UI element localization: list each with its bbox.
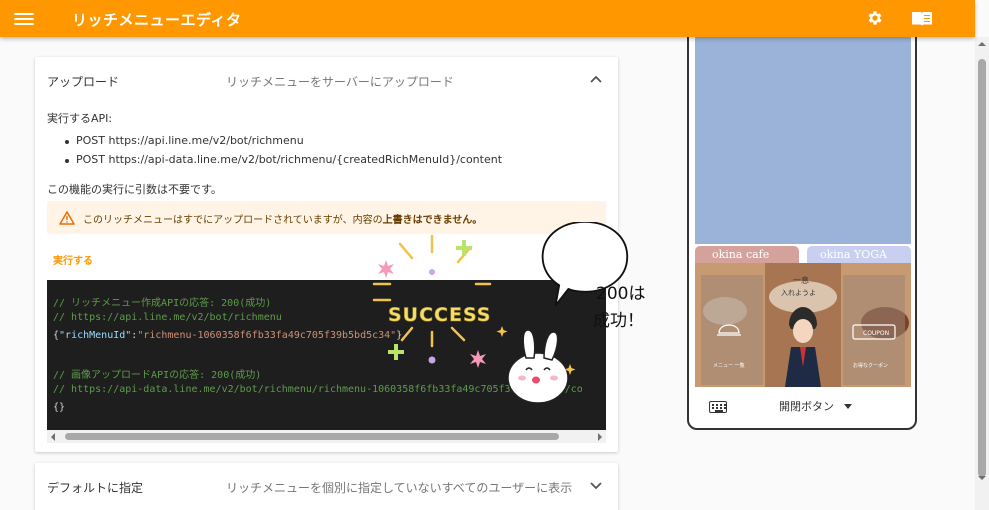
phone-preview: okina cafe okina YOGA COUPON メニュー 一覧 お得な… [687, 37, 917, 430]
bullet [65, 159, 69, 163]
panel-title: デフォルトに指定 [47, 481, 144, 495]
default-panel: デフォルトに指定 リッチメニューを個別に指定していないすべてのユーザーに表示 [35, 463, 618, 510]
default-panel-header[interactable]: デフォルトに指定 リッチメニューを個別に指定していないすべてのユーザーに表示 [35, 463, 618, 507]
menu-toggle-button[interactable]: 開閉ボタン [779, 398, 834, 414]
richmenu-tab-bar: okina cafe okina YOGA [695, 244, 911, 263]
warning-message: このリッチメニューはすでにアップロードされていますが、内容の上書きはできません。 [83, 215, 483, 226]
panel-description: リッチメニューを個別に指定していないすべてのユーザーに表示 [226, 481, 573, 495]
coupon-text: COUPON [863, 330, 889, 337]
gear-icon[interactable] [866, 9, 884, 27]
api-item: POST https://api.line.me/v2/bot/richmenu [76, 134, 304, 147]
scrollbar-thumb[interactable] [65, 433, 559, 440]
keyboard-icon[interactable] [709, 401, 727, 413]
tab-okina-cafe[interactable]: okina cafe [695, 246, 799, 263]
menu-icon[interactable] [14, 10, 34, 26]
scroll-left-icon[interactable] [51, 433, 55, 441]
menu-list-label: メニュー 一覧 [713, 362, 745, 369]
no-args-text: この機能の実行に引数は不要です。 [47, 183, 222, 196]
vertical-scrollbar[interactable] [975, 37, 989, 510]
app-title: リッチメニューエディタ [72, 11, 242, 29]
horizontal-scrollbar[interactable] [47, 430, 606, 443]
scroll-right-icon[interactable] [598, 433, 602, 441]
run-button[interactable]: 実行する [47, 250, 99, 269]
welcome-text: 入れようよ [781, 289, 816, 297]
coupon-label: お得なクーポン [853, 362, 888, 369]
main-content: アップロード リッチメニューをサーバーにアップロード 実行するAPI: POST… [0, 37, 975, 510]
code-url: // https://api.line.me/v2/bot/richmenu [53, 312, 282, 323]
panel-title: アップロード [47, 75, 120, 89]
chevron-down-icon[interactable] [590, 480, 602, 490]
code-url: // https://api-data.line.me/v2/bot/richm… [53, 384, 583, 395]
code-json-line: {"richMenuId":"richmenu-1060358f6fb33fa4… [53, 330, 403, 341]
warning-alert: このリッチメニューはすでにアップロードされていますが、内容の上書きはできません。 [47, 201, 606, 234]
code-comment: // リッチメニュー作成APIの応答: 200(成功) [53, 298, 272, 309]
bullet [65, 140, 69, 144]
book-icon[interactable] [912, 11, 932, 26]
tab-okina-yoga[interactable]: okina YOGA [807, 246, 911, 263]
response-code-block: // リッチメニュー作成APIの応答: 200(成功) // https://a… [47, 280, 606, 430]
code-empty-object: {} [53, 402, 66, 413]
chevron-up-icon[interactable] [590, 74, 602, 84]
api-item: POST https://api-data.line.me/v2/bot/ric… [76, 153, 503, 166]
api-label: 実行するAPI: [47, 112, 113, 125]
panel-description: リッチメニューをサーバーにアップロード [226, 75, 454, 89]
welcome-text: 一息 [793, 275, 809, 285]
scroll-up-icon[interactable] [978, 42, 986, 46]
app-bar: リッチメニューエディタ [0, 0, 975, 37]
upload-panel-header[interactable]: アップロード リッチメニューをサーバーにアップロード [35, 57, 618, 101]
richmenu-image[interactable]: COUPON メニュー 一覧 お得なクーポン 一息 入れようよ [695, 263, 911, 387]
upload-panel: アップロード リッチメニューをサーバーにアップロード 実行するAPI: POST… [35, 57, 618, 452]
code-comment: // 画像アップロードAPIの応答: 200(成功) [53, 370, 262, 381]
scroll-down-icon[interactable] [978, 476, 986, 480]
warning-icon [59, 211, 75, 225]
caret-down-icon[interactable] [844, 404, 852, 409]
scrollbar-thumb[interactable] [978, 59, 986, 477]
chat-area [695, 37, 911, 244]
